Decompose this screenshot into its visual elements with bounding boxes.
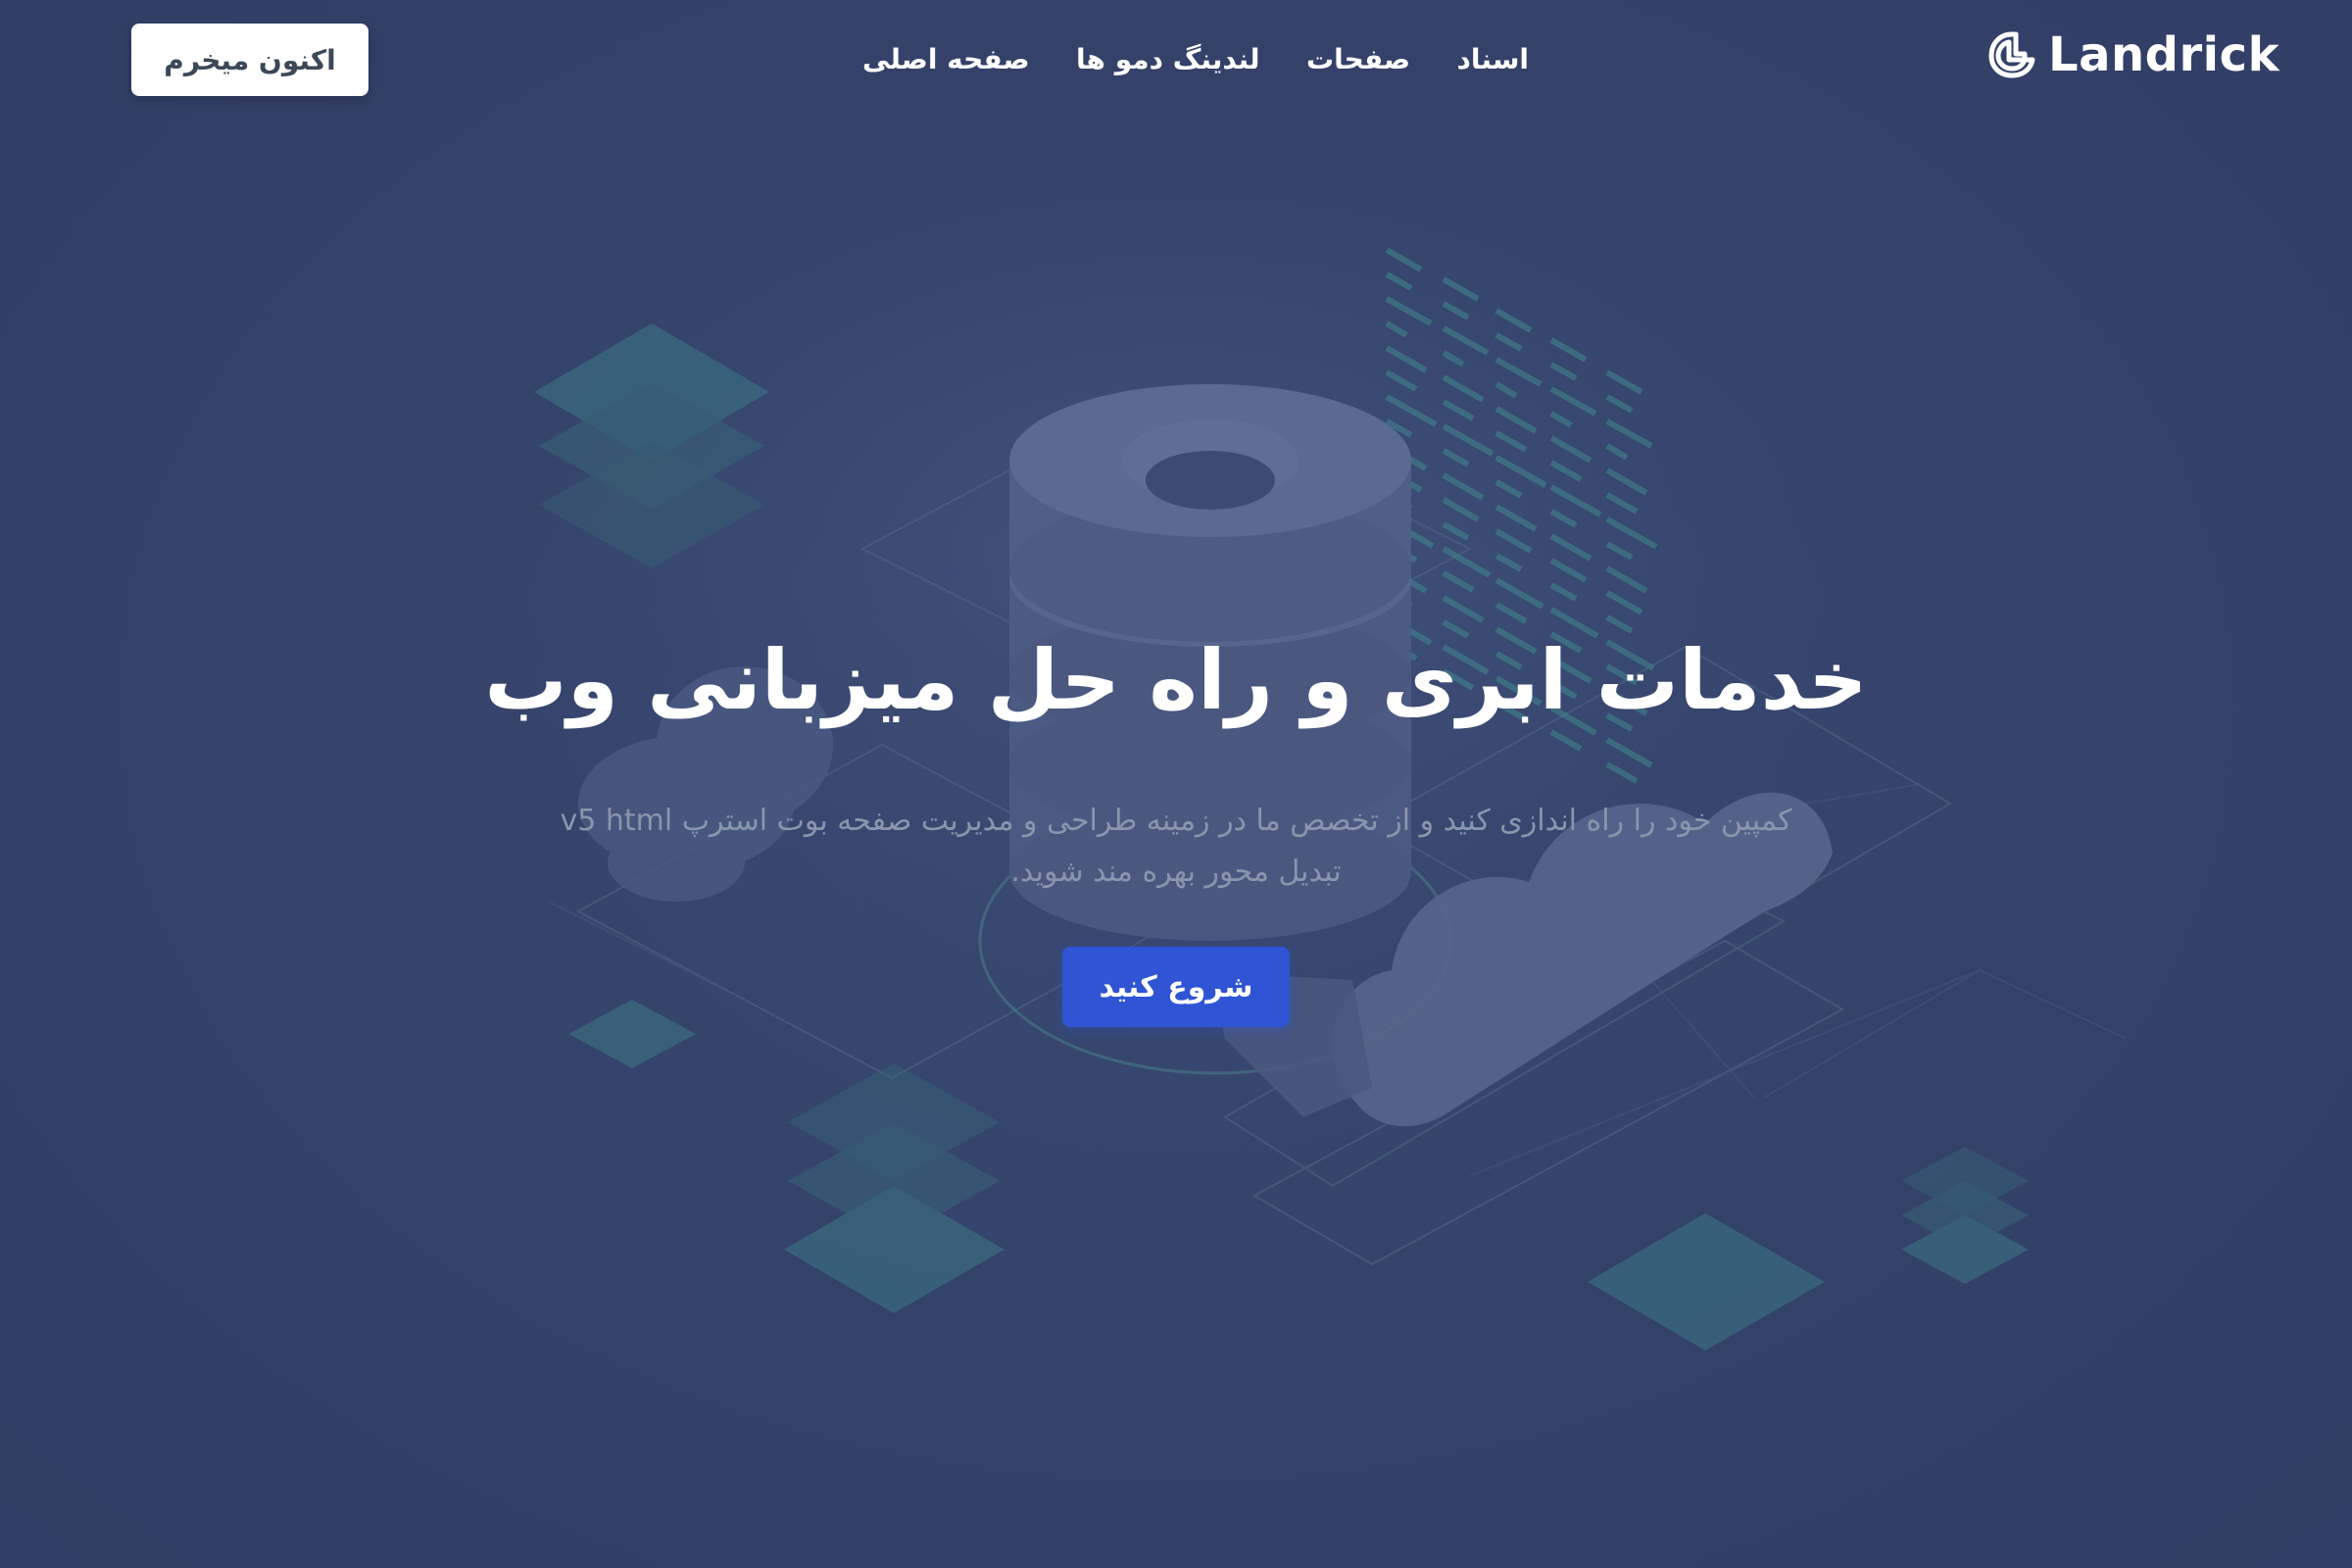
page: Landrick صفحه اصلی لندینگ دمو ها صفحات ا…: [0, 0, 2352, 1568]
brand-logo[interactable]: Landrick: [1987, 27, 2279, 82]
cloud-server-illustration: [372, 78, 2128, 1350]
brand-name: Landrick: [2047, 27, 2279, 82]
landrick-logo-icon: [1988, 31, 2035, 78]
buy-now-button[interactable]: اکنون میخرم: [131, 24, 368, 96]
nav-item-docs[interactable]: اسناد: [1457, 43, 1529, 75]
main-nav: صفحه اصلی لندینگ دمو ها صفحات اسناد: [862, 43, 1529, 75]
get-started-button[interactable]: شروع کنید: [1062, 947, 1290, 1027]
nav-item-home[interactable]: صفحه اصلی: [862, 43, 1030, 75]
hero-title: خدمات ابری و راه حل میزبانی وب: [484, 632, 1868, 728]
nav-item-landing-demos[interactable]: لندینگ دمو ها: [1076, 43, 1259, 75]
hero-subtitle: کمپین خود را راه اندازی کنید و از تخصص م…: [560, 804, 1792, 889]
nav-item-pages[interactable]: صفحات: [1306, 43, 1410, 75]
header: Landrick صفحه اصلی لندینگ دمو ها صفحات ا…: [0, 0, 2352, 127]
